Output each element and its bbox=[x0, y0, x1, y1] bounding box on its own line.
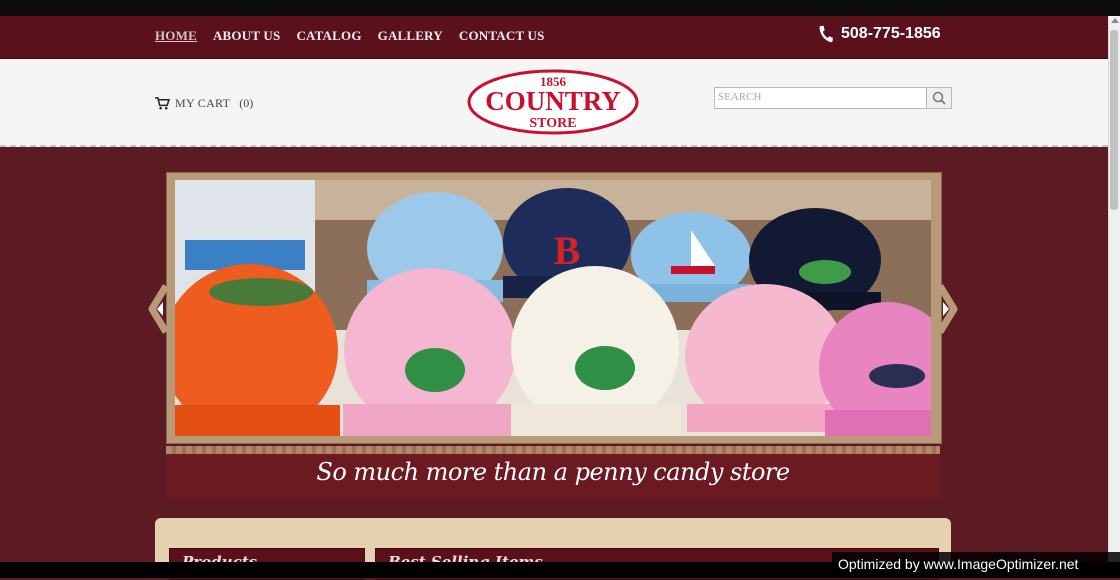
knit-hats-photo: B bbox=[175, 180, 931, 436]
site-header: MY CART (0) 1856 COUNTRY STORE bbox=[0, 59, 1108, 147]
phone-icon bbox=[819, 25, 833, 43]
nav-contact-us[interactable]: CONTACT US bbox=[459, 28, 545, 44]
nav-home[interactable]: HOME bbox=[155, 28, 197, 44]
search-icon bbox=[932, 91, 946, 105]
svg-text:B: B bbox=[554, 228, 581, 273]
search-input[interactable] bbox=[715, 88, 927, 106]
my-cart-link[interactable]: MY CART (0) bbox=[155, 96, 253, 111]
slider-caption: So much more than a penny candy store bbox=[316, 458, 790, 486]
scroll-up-arrow-icon[interactable] bbox=[1111, 18, 1119, 23]
search-box bbox=[714, 87, 952, 109]
slider-caption-band: So much more than a penny candy store bbox=[166, 446, 940, 498]
top-navigation-bar: HOME ABOUT US CATALOG GALLERY CONTACT US… bbox=[0, 16, 1120, 59]
phone-contact[interactable]: 508-775-1856 bbox=[818, 25, 941, 43]
cart-label: MY CART bbox=[175, 96, 231, 110]
country-store-logo[interactable]: 1856 COUNTRY STORE bbox=[466, 69, 640, 135]
scrollbar-thumb[interactable] bbox=[1110, 30, 1118, 210]
shopping-cart-icon bbox=[155, 97, 170, 110]
nav-catalog[interactable]: CATALOG bbox=[296, 28, 361, 44]
slider-prev-arrow-icon[interactable] bbox=[148, 284, 172, 334]
window-top-strip bbox=[0, 0, 1120, 16]
phone-number: 508-775-1856 bbox=[841, 25, 941, 42]
slider-next-arrow-icon[interactable] bbox=[934, 284, 958, 334]
main-nav: HOME ABOUT US CATALOG GALLERY CONTACT US bbox=[155, 28, 545, 44]
optimizer-watermark: Optimized by www.ImageOptimizer.net bbox=[832, 552, 1120, 576]
nav-gallery[interactable]: GALLERY bbox=[378, 28, 443, 44]
nav-about-us[interactable]: ABOUT US bbox=[213, 28, 280, 44]
logo-line1: COUNTRY bbox=[485, 86, 621, 116]
search-button[interactable] bbox=[926, 88, 951, 108]
cart-count: (0) bbox=[239, 96, 254, 110]
logo-line2: STORE bbox=[529, 116, 576, 131]
